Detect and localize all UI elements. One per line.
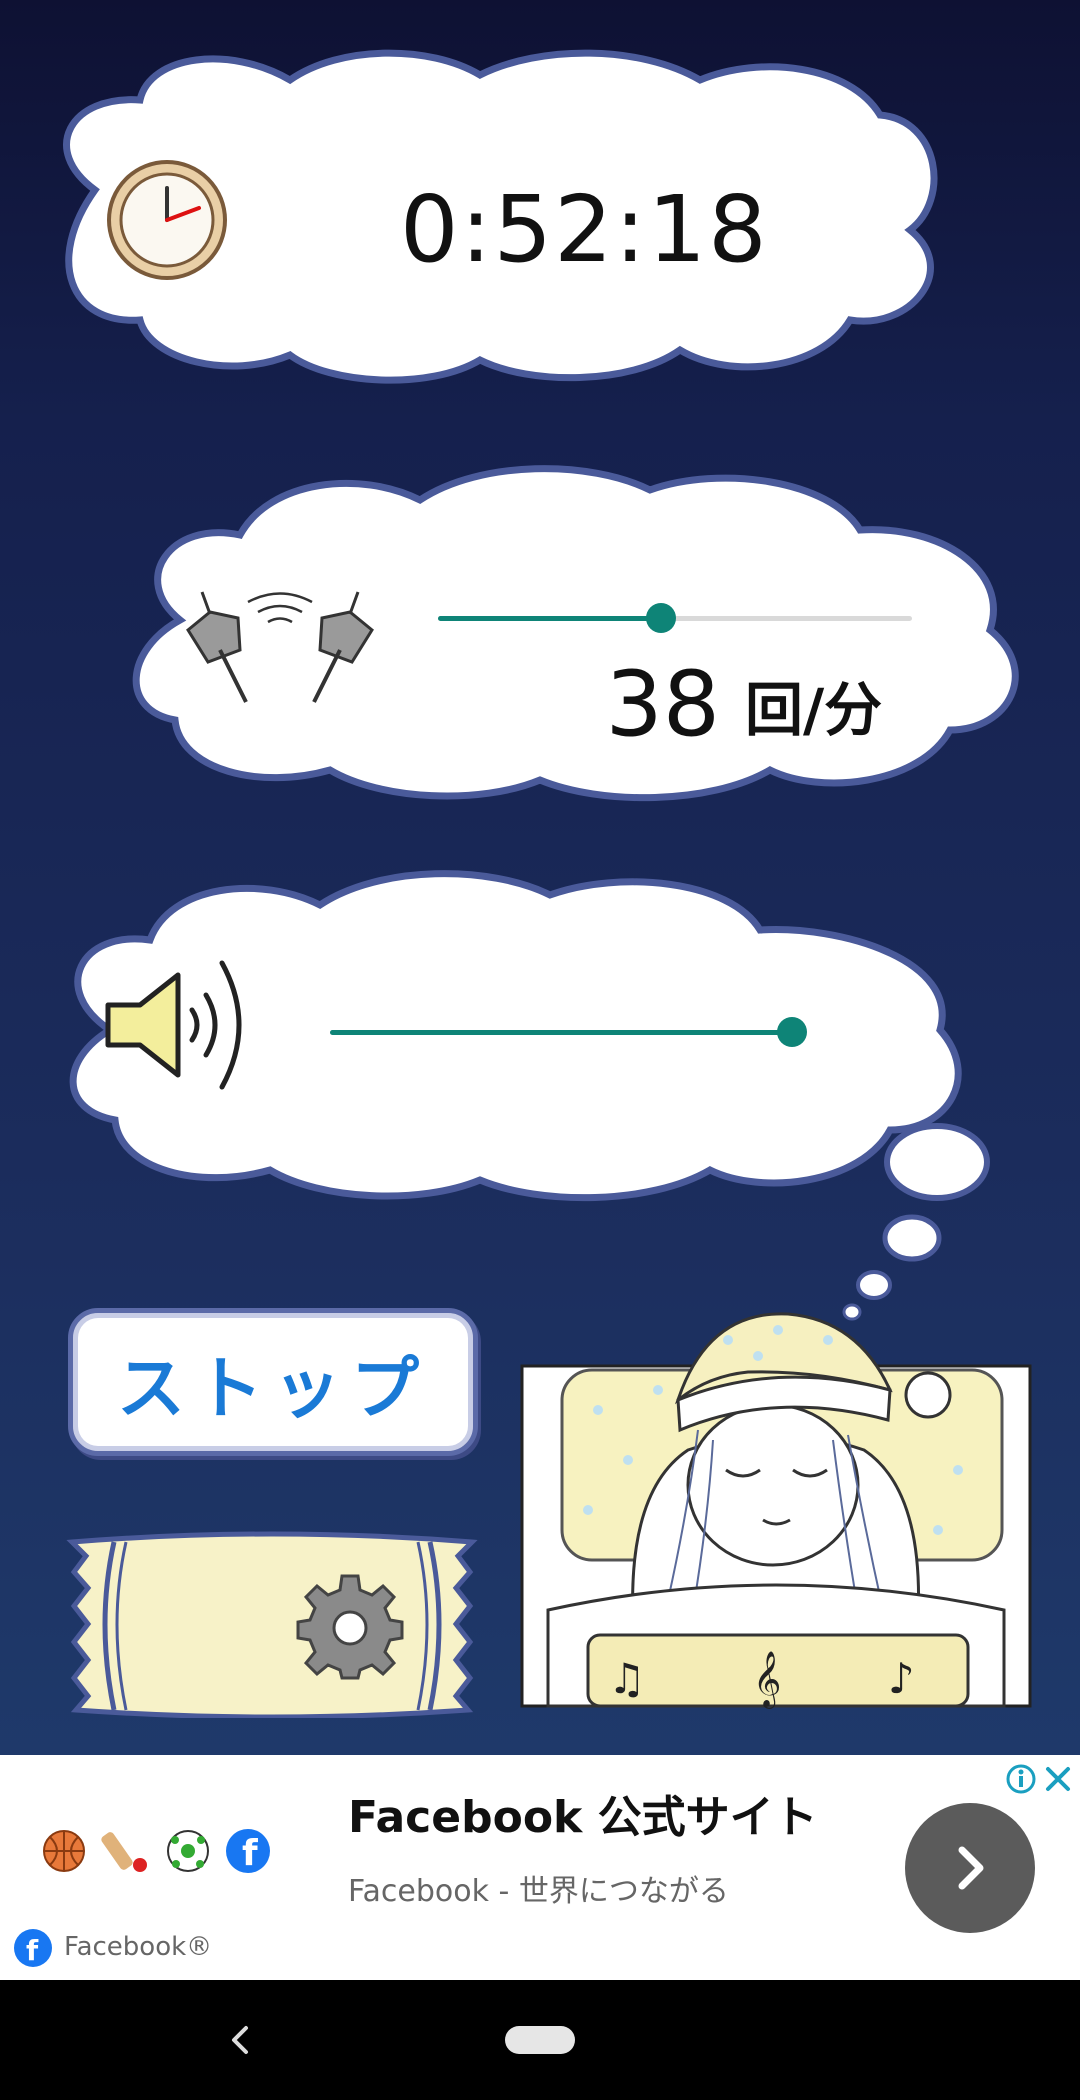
ad-open-button[interactable] bbox=[905, 1803, 1035, 1933]
cricket-icon bbox=[101, 1832, 147, 1872]
ad-info-icon[interactable] bbox=[1005, 1763, 1037, 1795]
back-icon[interactable] bbox=[220, 2020, 260, 2060]
volume-slider-fill bbox=[330, 1030, 792, 1035]
rate-unit: 回/分 bbox=[745, 676, 883, 744]
gear-icon bbox=[296, 1572, 404, 1680]
home-pill[interactable] bbox=[505, 2026, 575, 2054]
clicker-icon bbox=[180, 580, 380, 710]
ad-icon-row: f bbox=[40, 1823, 280, 1879]
soccer-ball-icon bbox=[167, 1830, 209, 1872]
sleeping-girl-illustration: ♫ 𝄞 ♪ bbox=[518, 1310, 1034, 1710]
svg-text:♫: ♫ bbox=[608, 1654, 646, 1703]
clock-icon bbox=[105, 158, 229, 282]
rate-slider-knob[interactable] bbox=[646, 603, 676, 633]
system-navigation-bar bbox=[0, 1980, 1080, 2100]
ad-brand: Facebook® bbox=[64, 1932, 213, 1962]
ad-banner[interactable]: f Facebook 公式サイト Facebook - 世界につながる f Fa… bbox=[0, 1755, 1080, 1980]
ad-close-icon[interactable] bbox=[1042, 1763, 1074, 1795]
svg-text:𝄞: 𝄞 bbox=[753, 1651, 781, 1709]
settings-button[interactable] bbox=[64, 1528, 480, 1720]
rate-slider-fill bbox=[438, 616, 661, 621]
volume-slider[interactable] bbox=[330, 1014, 807, 1054]
ad-title[interactable]: Facebook 公式サイト bbox=[348, 1783, 868, 1853]
facebook-logo-icon: f bbox=[226, 1829, 270, 1874]
rate-value: 38 bbox=[605, 652, 720, 757]
stop-button[interactable]: ストップ bbox=[68, 1308, 478, 1456]
basketball-icon bbox=[43, 1830, 85, 1872]
chevron-right-icon bbox=[958, 1846, 984, 1890]
volume-slider-knob[interactable] bbox=[777, 1017, 807, 1047]
facebook-small-icon: f bbox=[14, 1929, 52, 1967]
svg-text:f: f bbox=[26, 1934, 39, 1967]
ad-subtitle: Facebook - 世界につながる bbox=[348, 1874, 729, 1909]
svg-text:♪: ♪ bbox=[888, 1654, 915, 1703]
speaker-icon bbox=[100, 955, 250, 1095]
svg-text:f: f bbox=[242, 1833, 258, 1874]
elapsed-time: 0:52:18 bbox=[400, 176, 769, 283]
rate-slider[interactable] bbox=[438, 600, 912, 640]
